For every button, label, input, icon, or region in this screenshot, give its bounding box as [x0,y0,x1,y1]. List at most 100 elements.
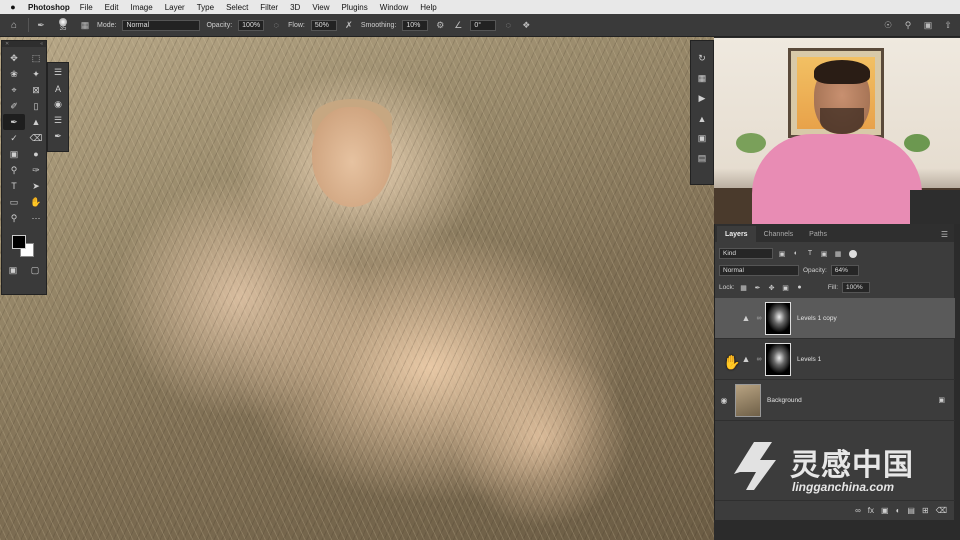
more-tools-icon[interactable]: ⋯ [25,210,47,226]
layer-name[interactable]: Background [767,397,802,404]
path-select-tool-icon[interactable]: ➤ [25,178,47,194]
filter-kind-select[interactable]: Kind [719,248,773,259]
filter-pixel-icon[interactable]: ▣ [777,250,787,258]
menu-layer[interactable]: Layer [165,3,185,12]
adjustment-layer-icon[interactable]: ◐ [896,506,901,515]
eye-icon[interactable]: ◉ [715,396,733,405]
gear-icon[interactable]: ⚙ [434,19,446,31]
layer-name[interactable]: Levels 1 copy [797,315,837,322]
filter-type-icon[interactable]: T [805,250,815,257]
add-mask-icon[interactable]: ▣ [881,506,889,515]
gradient-tool-icon[interactable]: ▣ [3,146,25,162]
upload-icon[interactable]: ⇧ [942,19,954,31]
filter-toggle[interactable] [849,249,857,258]
layer-mask-thumbnail[interactable] [765,301,791,335]
layer-row-levels-1[interactable]: ▲ ∞ Levels 1 [715,339,955,380]
layer-thumbnail[interactable] [735,383,761,417]
share-icon[interactable]: ☉ [882,19,894,31]
eyedropper-tool-icon[interactable]: ✐ [3,98,25,114]
history-icon[interactable]: ↻ [694,51,710,66]
trash-icon[interactable]: ⌫ [936,506,947,515]
lock-artboard-icon[interactable]: ▣ [781,284,791,292]
app-menu[interactable]: Photoshop [28,3,70,12]
new-layer-icon[interactable]: ⊞ [922,506,929,515]
menu-image[interactable]: Image [130,3,152,12]
lock-position-icon[interactable]: ✥ [767,284,777,292]
workspace-icon[interactable]: ▣ [922,19,934,31]
clone-source-icon[interactable]: ▲ [694,111,710,126]
layer-row-levels-1-copy[interactable]: ▲ ∞ Levels 1 copy [715,298,955,339]
lasso-tool-icon[interactable]: ❀ [3,66,25,82]
lock-icon[interactable]: ▣ [938,396,945,404]
smoothing-field[interactable]: 10% [402,19,429,31]
opacity-field[interactable]: 100% [238,19,265,31]
blur-tool-icon[interactable]: ● [25,146,47,162]
crop-tool-icon[interactable]: ⌖ [3,82,25,98]
hand-tool-icon[interactable]: ✋ [25,194,47,210]
menu-filter[interactable]: Filter [260,3,278,12]
filter-adjustment-icon[interactable]: ◐ [791,250,801,257]
frame-tool-icon[interactable]: ⊠ [25,82,47,98]
link-icon[interactable]: ∞ [755,315,763,322]
menu-window[interactable]: Window [380,3,408,12]
layer-name[interactable]: Levels 1 [797,356,821,363]
brushes-icon[interactable]: ✒ [50,130,66,143]
flow-field[interactable]: 50% [310,19,337,31]
brush-preset-picker[interactable]: 35 [53,16,73,34]
libraries-icon[interactable]: ▦ [694,71,710,86]
pressure-opacity-icon[interactable]: ◌ [270,19,282,31]
healing-tool-icon[interactable]: ▯ [25,98,47,114]
link-layers-icon[interactable]: ∞ [855,506,861,515]
apple-menu-icon[interactable]: ● [6,2,20,12]
lock-all-icon[interactable]: ● [795,284,805,291]
brush-tool-icon[interactable]: ✒ [3,114,25,130]
menu-view[interactable]: View [312,3,329,12]
panel-menu-icon[interactable]: ☰ [941,226,948,242]
stamp-tool-icon[interactable]: ▲ [25,114,47,130]
menu-file[interactable]: File [80,3,93,12]
airbrush-icon[interactable]: ✗ [343,19,355,31]
history-brush-icon[interactable]: ✓ [3,130,25,146]
filter-smart-object-icon[interactable]: ▦ [833,250,843,258]
menu-help[interactable]: Help [420,3,436,12]
properties-icon[interactable]: ☰ [50,114,66,127]
marquee-tool-icon[interactable]: ⬚ [25,50,47,66]
type-tool-icon[interactable]: T [3,178,25,194]
character-icon[interactable]: A [50,82,66,95]
blend-mode-select[interactable]: Normal [719,265,799,276]
adjustments-icon[interactable]: ☰ [50,66,66,79]
link-icon[interactable]: ∞ [755,356,763,363]
tab-layers[interactable]: Layers [717,226,756,242]
notes-icon[interactable]: ▤ [694,151,710,166]
menu-edit[interactable]: Edit [105,3,119,12]
fill-field[interactable]: 100% [842,282,870,293]
tab-paths[interactable]: Paths [801,226,835,242]
lock-pixels-icon[interactable]: ✒ [753,284,763,292]
dodge-tool-icon[interactable]: ⚲ [3,162,25,178]
menu-3d[interactable]: 3D [290,3,300,12]
shape-tool-icon[interactable]: ▭ [3,194,25,210]
filter-shape-icon[interactable]: ▣ [819,250,829,258]
move-tool-icon[interactable]: ✥ [3,50,25,66]
symmetry-icon[interactable]: ❖ [520,19,532,31]
menu-plugins[interactable]: Plugins [342,3,368,12]
mode-select[interactable]: Normal [122,19,201,31]
group-folder-icon[interactable]: ▤ [907,506,915,515]
screen-mode-icon[interactable]: ▢ [31,265,40,276]
menu-select[interactable]: Select [226,3,248,12]
layer-opacity-field[interactable]: 64% [830,265,859,276]
tab-channels[interactable]: Channels [756,226,802,242]
layer-mask-thumbnail[interactable] [765,342,791,376]
fx-icon[interactable]: fx [868,506,874,515]
pressure-size-icon[interactable]: ◌ [502,19,514,31]
menu-type[interactable]: Type [197,3,214,12]
eraser-tool-icon[interactable]: ⌫ [25,130,47,146]
layer-row-background[interactable]: ◉ Background ▣ [715,380,955,421]
document-canvas[interactable] [0,37,714,540]
zoom-tool-icon[interactable]: ⚲ [3,210,25,226]
foreground-color-swatch[interactable] [12,235,26,249]
quick-mask-icon[interactable]: ▣ [9,265,18,276]
lock-transparent-icon[interactable]: ▦ [739,284,749,292]
quick-select-tool-icon[interactable]: ✦ [25,66,47,82]
swatches-icon[interactable]: ◉ [50,98,66,111]
